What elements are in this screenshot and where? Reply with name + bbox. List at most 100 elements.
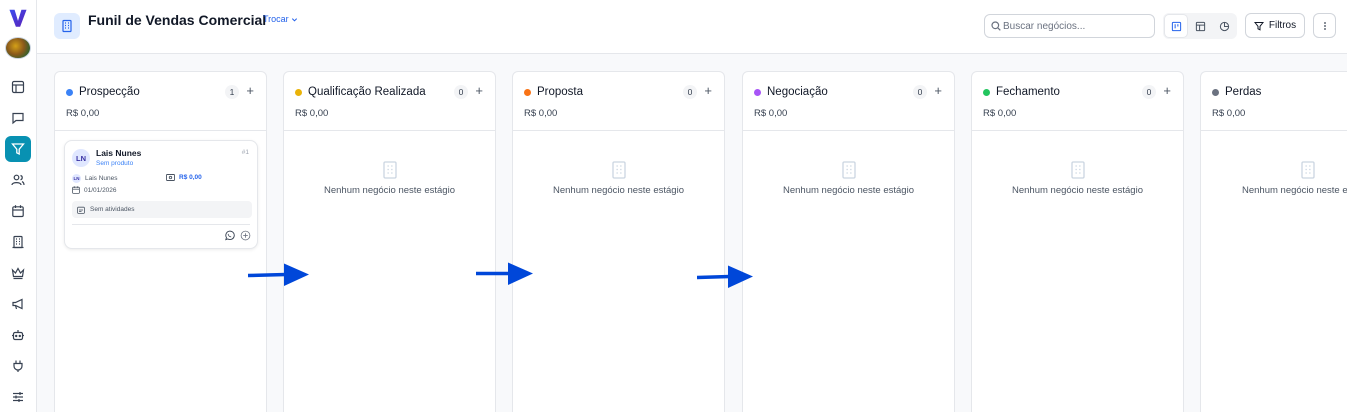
stage-column: Qualificação Realizada 0 + R$ 0,00 Nenhu…	[283, 71, 496, 412]
stage-count-badge: 0	[913, 85, 927, 99]
filters-label: Filtros	[1268, 20, 1297, 31]
search-icon	[991, 21, 1001, 31]
stage-count-badge: 1	[225, 85, 239, 99]
pipeline-icon-box	[54, 13, 80, 39]
stage-color-dot	[983, 89, 990, 96]
deal-activity[interactable]: Sem atividades	[72, 201, 252, 218]
deal-date: 01/01/2026	[72, 186, 117, 194]
add-deal-button[interactable]: +	[246, 84, 254, 98]
money-icon	[166, 174, 175, 181]
more-options-button[interactable]	[1313, 13, 1336, 38]
sidebar-item-chat[interactable]	[5, 105, 31, 131]
user-avatar[interactable]	[5, 36, 31, 59]
add-deal-button[interactable]: +	[934, 84, 942, 98]
users-icon	[11, 174, 25, 185]
page-header: Funil de Vendas Comercial Trocar Filtros	[37, 0, 1347, 54]
right-arrow-icon	[476, 262, 533, 285]
deal-avatar: LN	[72, 149, 90, 167]
empty-state: Nenhum negócio neste estágio	[284, 161, 495, 196]
stage-total: R$ 0,00	[66, 108, 100, 119]
empty-state-text: Nenhum negócio neste estágio	[324, 185, 455, 196]
filter-icon	[1253, 21, 1264, 31]
empty-state-text: Nenhum negócio neste estágio	[1012, 185, 1143, 196]
stage-header: Negociação 0 + R$ 0,00	[743, 72, 954, 131]
sidebar-item-dashboard[interactable]	[5, 74, 31, 100]
empty-state-text: Nenhum negócio neste estágio	[553, 185, 684, 196]
funnel-icon	[11, 142, 25, 155]
stage-count-badge: 0	[454, 85, 468, 99]
sidebar-item-funnel[interactable]	[5, 135, 31, 162]
empty-state: Nenhum negócio neste estágio	[743, 161, 954, 196]
sidebar-item-premium[interactable]	[5, 260, 31, 286]
bot-icon	[12, 329, 24, 340]
stage-name: Proposta	[537, 86, 584, 98]
sidebar-item-campaigns[interactable]	[5, 291, 31, 317]
stage-name: Negociação	[767, 86, 828, 98]
deal-value-amount: R$ 0,00	[179, 174, 202, 181]
logo-icon[interactable]	[7, 8, 29, 29]
megaphone-icon	[12, 298, 23, 309]
switch-pipeline-button[interactable]: Trocar	[263, 14, 298, 24]
stage-color-dot	[1212, 89, 1219, 96]
chart-view-button[interactable]	[1213, 15, 1235, 37]
filters-button[interactable]: Filtros	[1245, 13, 1305, 38]
side-nav	[5, 71, 31, 412]
stage-total: R$ 0,00	[295, 108, 329, 119]
stage-color-dot	[524, 89, 531, 96]
calendar-icon	[12, 204, 24, 217]
stage-header: Perdas 0 + R$ 0,00	[1201, 72, 1347, 131]
right-arrow-icon	[248, 263, 309, 286]
activity-icon	[77, 206, 85, 214]
add-deal-button[interactable]: +	[704, 84, 712, 98]
stage-name: Fechamento	[996, 86, 1060, 98]
chevron-down-icon	[291, 17, 297, 22]
empty-state: Nenhum negócio neste estágio	[972, 161, 1183, 196]
kanban-view-button[interactable]	[1165, 15, 1187, 37]
building-icon	[611, 161, 626, 179]
sidebar-item-automation[interactable]	[5, 322, 31, 348]
deal-owner: LN Lais Nunes	[72, 174, 118, 183]
sidebar-item-contacts[interactable]	[5, 167, 31, 193]
sidebar-item-integrations[interactable]	[5, 353, 31, 379]
right-arrow-icon	[697, 265, 753, 288]
sidebar-item-companies[interactable]	[5, 229, 31, 255]
stage-name: Prospecção	[79, 86, 140, 98]
whatsapp-icon[interactable]	[224, 230, 235, 241]
empty-state-text: Nenhum negócio neste estágio	[783, 185, 914, 196]
stage-header: Fechamento 0 + R$ 0,00	[972, 72, 1183, 131]
table-view-button[interactable]	[1189, 15, 1211, 37]
table-icon	[1195, 21, 1205, 31]
stage-total: R$ 0,00	[983, 108, 1017, 119]
add-deal-button[interactable]: +	[475, 84, 483, 98]
chat-icon	[12, 112, 24, 124]
empty-state-text: Nenhum negócio neste estágio	[1242, 185, 1347, 196]
search-box[interactable]	[984, 14, 1155, 38]
stage-color-dot	[754, 89, 761, 96]
deal-card[interactable]: LN Lais Nunes Sem produto #1 LN Lais Nun…	[64, 140, 258, 249]
deal-activity-text: Sem atividades	[90, 206, 135, 213]
add-deal-button[interactable]: +	[1163, 84, 1171, 98]
add-activity-icon[interactable]	[240, 230, 251, 241]
stage-total: R$ 0,00	[754, 108, 788, 119]
owner-name: Lais Nunes	[85, 175, 118, 182]
sidebar-item-calendar[interactable]	[5, 198, 31, 224]
empty-state: Nenhum negócio neste estágio	[1201, 161, 1347, 196]
search-input[interactable]	[1003, 20, 1143, 32]
stage-header: Qualificação Realizada 0 + R$ 0,00	[284, 72, 495, 131]
page-title: Funil de Vendas Comercial	[88, 12, 267, 28]
sidebar-item-settings[interactable]	[5, 384, 31, 410]
layout-icon	[11, 80, 25, 93]
plug-icon	[13, 360, 23, 372]
stage-column: Perdas 0 + R$ 0,00 Nenhum negócio neste …	[1200, 71, 1347, 412]
building-icon	[1300, 161, 1315, 179]
more-vertical-icon	[1323, 21, 1326, 30]
empty-state: Nenhum negócio neste estágio	[513, 161, 724, 196]
stage-count-badge: 0	[683, 85, 697, 99]
card-divider	[72, 224, 250, 225]
stage-color-dot	[66, 89, 73, 96]
stage-name: Perdas	[1225, 86, 1262, 98]
deal-name[interactable]: Lais Nunes	[96, 148, 141, 158]
crown-icon	[11, 266, 25, 279]
stage-column: Negociação 0 + R$ 0,00 Nenhum negócio ne…	[742, 71, 955, 412]
stage-header: Proposta 0 + R$ 0,00	[513, 72, 724, 131]
